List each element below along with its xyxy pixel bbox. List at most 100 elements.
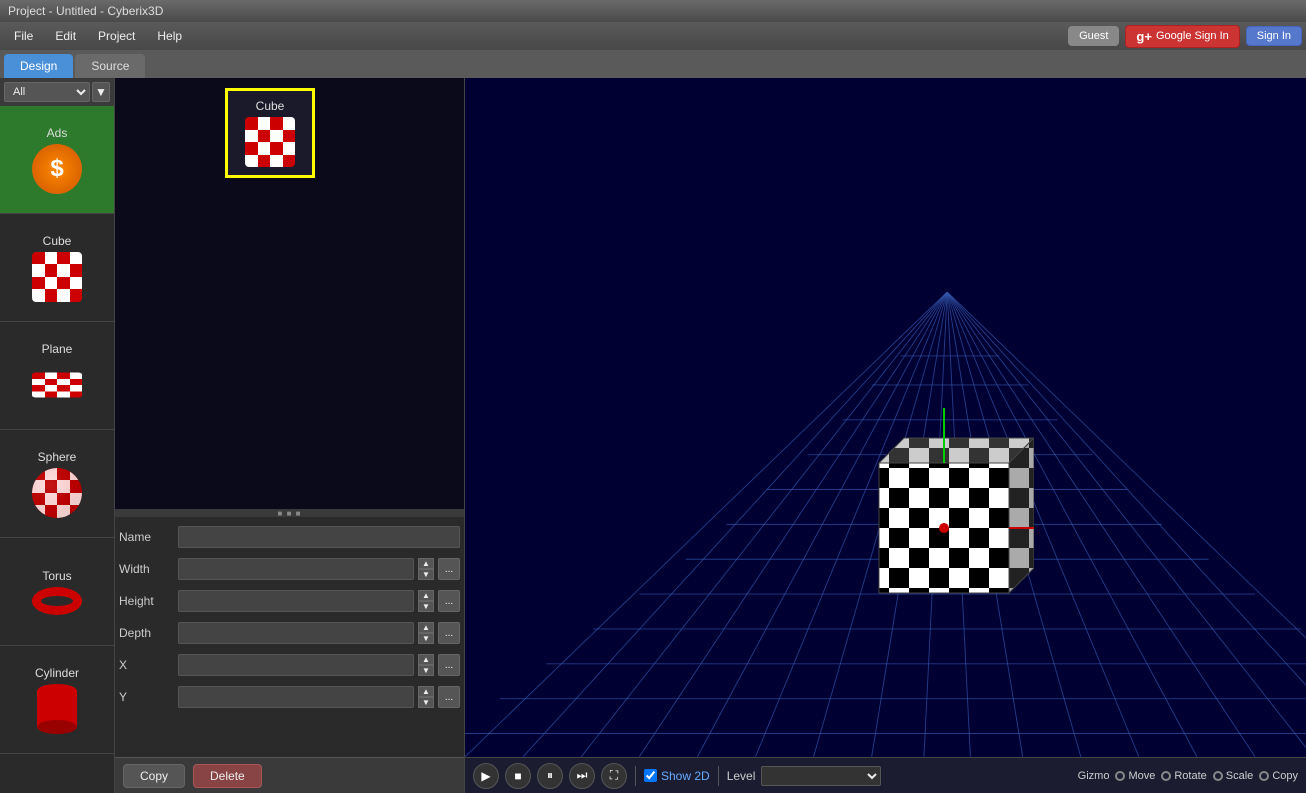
sidebar-filter-select[interactable]: All [4,82,90,102]
google-signin-button[interactable]: g+ Google Sign In [1125,25,1239,48]
main-layout: All ▼ Ads $ Cube [0,78,1306,793]
prop-row-y: Y ▲ ▼ ... [115,681,464,713]
scene-cube-tile[interactable]: Cube [225,88,315,178]
sidebar-item-plane[interactable]: Plane [0,322,114,430]
x-more-button[interactable]: ... [438,654,460,676]
toolbar-separator-1 [635,766,636,786]
level-select[interactable] [761,766,881,786]
y-stepper[interactable]: ▲ ▼ [418,686,434,708]
prop-row-x: X ▲ ▼ ... [115,649,464,681]
signin-button[interactable]: Sign In [1246,26,1302,46]
depth-stepper[interactable]: ▲ ▼ [418,622,434,644]
width-more-button[interactable]: ... [438,558,460,580]
show2d-toggle[interactable]: Show 2D [644,769,710,783]
menu-bar: File Edit Project Help Guest g+ Google S… [0,22,1306,50]
width-input[interactable] [178,558,414,580]
depth-input[interactable] [178,622,414,644]
y-more-button[interactable]: ... [438,686,460,708]
height-more-button[interactable]: ... [438,590,460,612]
menu-help[interactable]: Help [147,25,192,47]
name-input[interactable] [178,526,460,548]
height-stepper[interactable]: ▲ ▼ [418,590,434,612]
sidebar-dropdown-button[interactable]: ▼ [92,82,110,102]
sidebar-item-cube[interactable]: Cube [0,214,114,322]
tab-source[interactable]: Source [75,54,145,78]
depth-label: Depth [119,626,174,640]
x-decrement[interactable]: ▼ [418,665,434,676]
depth-more-button[interactable]: ... [438,622,460,644]
sidebar-item-label: Cube [43,234,72,248]
y-increment[interactable]: ▲ [418,686,434,697]
sidebar-item-label: Ads [47,126,68,140]
height-label: Height [119,594,174,608]
viewport-toolbar: ▶ ■ ⏸ ⏭ ⛶ Show 2D Level Gizmo Move [465,757,1306,793]
menu-edit[interactable]: Edit [45,25,86,47]
scale-radio-label: Scale [1226,770,1254,782]
y-decrement[interactable]: ▼ [418,697,434,708]
cube-3d-visual [869,408,1034,598]
copy-radio-circle [1259,771,1269,781]
width-label: Width [119,562,174,576]
props-scroll-area[interactable]: Name Width ▲ ▼ ... Height [115,517,464,737]
sidebar-item-label: Cylinder [35,666,79,680]
y-input[interactable] [178,686,414,708]
delete-button[interactable]: Delete [193,764,262,788]
move-radio[interactable]: Move [1115,770,1155,782]
torus-icon [32,587,82,615]
tab-design[interactable]: Design [4,54,73,78]
sidebar-item-ads[interactable]: Ads $ [0,106,114,214]
height-increment[interactable]: ▲ [418,590,434,601]
copy-radio[interactable]: Copy [1259,770,1298,782]
scene-area[interactable]: Cube [115,78,464,509]
sidebar-item-sphere[interactable]: Sphere [0,430,114,538]
prop-row-height: Height ▲ ▼ ... [115,585,464,617]
gizmo-label: Gizmo [1078,770,1110,782]
height-decrement[interactable]: ▼ [418,601,434,612]
action-bar: Copy Delete [115,757,464,793]
sidebar-item-cylinder[interactable]: Cylinder [0,646,114,754]
scale-radio[interactable]: Scale [1213,770,1254,782]
plane-icon [32,372,82,397]
auth-area: Guest g+ Google Sign In Sign In [1068,25,1302,48]
play-button[interactable]: ▶ [473,763,499,789]
level-label: Level [727,769,756,783]
google-plus-icon: g+ [1136,29,1152,44]
prop-row-depth: Depth ▲ ▼ ... [115,617,464,649]
prop-row-width: Width ▲ ▼ ... [115,553,464,585]
fast-forward-button[interactable]: ⏭ [569,763,595,789]
move-radio-circle [1115,771,1125,781]
y-label: Y [119,690,174,704]
x-stepper[interactable]: ▲ ▼ [418,654,434,676]
rotate-radio-circle [1161,771,1171,781]
sidebar-item-torus[interactable]: Torus [0,538,114,646]
rotate-radio-label: Rotate [1174,770,1206,782]
show2d-checkbox[interactable] [644,769,657,782]
sphere-icon [32,468,82,518]
sidebar-scroll-area[interactable]: Ads $ Cube Plane [0,106,114,793]
depth-decrement[interactable]: ▼ [418,633,434,644]
sidebar-item-label: Torus [42,569,71,583]
guest-button[interactable]: Guest [1068,26,1119,46]
pause-button[interactable]: ⏸ [537,763,563,789]
width-decrement[interactable]: ▼ [418,569,434,580]
width-increment[interactable]: ▲ [418,558,434,569]
gizmo-group: Gizmo Move Rotate Scale Copy [1078,770,1298,782]
copy-button[interactable]: Copy [123,764,185,788]
fullscreen-button[interactable]: ⛶ [601,763,627,789]
depth-increment[interactable]: ▲ [418,622,434,633]
x-input[interactable] [178,654,414,676]
show2d-label: Show 2D [661,769,710,783]
tab-bar: Design Source [0,50,1306,78]
cube-icon [32,252,82,302]
width-stepper[interactable]: ▲ ▼ [418,558,434,580]
drag-handle[interactable]: ■ ■ ■ [115,509,464,517]
stop-button[interactable]: ■ [505,763,531,789]
x-increment[interactable]: ▲ [418,654,434,665]
menu-file[interactable]: File [4,25,43,47]
prop-row-name: Name [115,521,464,553]
menu-project[interactable]: Project [88,25,145,47]
rotate-radio[interactable]: Rotate [1161,770,1206,782]
viewport[interactable]: .grid-line { stroke: #3355aa; stroke-wid… [465,78,1306,793]
sidebar-item-label: Plane [42,342,73,356]
height-input[interactable] [178,590,414,612]
